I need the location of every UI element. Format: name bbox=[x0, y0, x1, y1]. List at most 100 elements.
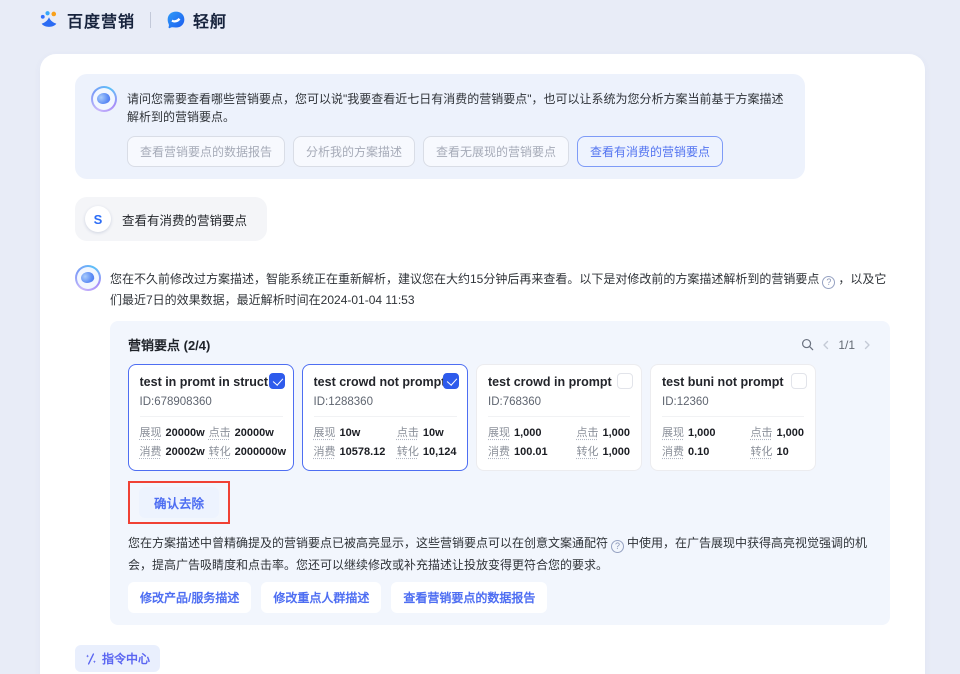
metric-label-cost: 消费 bbox=[314, 446, 336, 458]
view-data-report-button[interactable]: 查看营销要点的数据报告 bbox=[391, 582, 547, 613]
card-checkbox[interactable] bbox=[443, 373, 459, 389]
panel-description-part1: 您在方案描述中曾精确提及的营销要点已被高亮显示，这些营销要点可以在创意文案通配符 bbox=[128, 536, 608, 550]
assistant-intro-bubble: 请问您需要查看哪些营销要点，您可以说"我要查看近七日有消费的营销要点"，也可以让… bbox=[75, 74, 805, 179]
metric-label-impression: 展现 bbox=[488, 427, 510, 439]
user-message-bubble: S 查看有消费的营销要点 bbox=[75, 197, 267, 241]
assistant-result-body: 您在不久前修改过方案描述，智能系统正在重新解析，建议您在大约15分钟后再来查看。… bbox=[110, 265, 890, 625]
metric-value-cost: 0.10 bbox=[688, 446, 709, 458]
card-checkbox[interactable] bbox=[617, 373, 633, 389]
card-id: ID:678908360 bbox=[140, 396, 283, 408]
card-metrics: 展现20000w 点击20000w 消费20002w 转化2000000w bbox=[140, 424, 283, 459]
annotation-highlight-box: 确认去除 bbox=[128, 481, 230, 524]
quick-reply-data-report[interactable]: 查看营销要点的数据报告 bbox=[127, 136, 285, 167]
card-divider bbox=[314, 416, 457, 417]
assistant-result-text: 您在不久前修改过方案描述，智能系统正在重新解析，建议您在大约15分钟后再来查看。… bbox=[110, 265, 890, 311]
chat-container: 请问您需要查看哪些营销要点，您可以说"我要查看近七日有消费的营销要点"，也可以让… bbox=[40, 54, 925, 674]
metric-value-click: 1,000 bbox=[776, 427, 804, 439]
help-icon[interactable]: ? bbox=[822, 276, 835, 289]
pager-page-label: 1/1 bbox=[838, 338, 855, 352]
metric-value-cost: 10578.12 bbox=[340, 446, 386, 458]
metric-value-impression: 10w bbox=[340, 427, 361, 439]
metric-label-conversion: 转化 bbox=[397, 446, 419, 458]
edit-product-desc-button[interactable]: 修改产品/服务描述 bbox=[128, 582, 251, 613]
panel-header: 营销要点 (2/4) 1/1 bbox=[128, 335, 872, 354]
card-id: ID:1288360 bbox=[314, 396, 457, 408]
metric-label-cost: 消费 bbox=[140, 446, 162, 458]
metric-value-click: 10w bbox=[423, 427, 444, 439]
user-avatar: S bbox=[85, 206, 111, 232]
card-divider bbox=[488, 416, 630, 417]
metric-label-click: 点击 bbox=[397, 427, 419, 439]
quick-reply-no-impression[interactable]: 查看无展现的营销要点 bbox=[423, 136, 569, 167]
metric-value-conversion: 1,000 bbox=[602, 446, 630, 458]
metric-value-conversion: 10,124 bbox=[423, 446, 457, 458]
panel-pager: 1/1 bbox=[801, 338, 872, 352]
metric-label-click: 点击 bbox=[750, 427, 772, 439]
assistant-message-result: 您在不久前修改过方案描述，智能系统正在重新解析，建议您在大约15分钟后再来查看。… bbox=[75, 265, 890, 625]
marketing-point-card-3[interactable]: test crowd in prompt ID:768360 展现1,000 点… bbox=[476, 364, 642, 471]
metric-value-impression: 20000w bbox=[166, 427, 205, 439]
card-divider bbox=[662, 416, 804, 417]
user-message-row: S 查看有消费的营销要点 bbox=[75, 197, 890, 241]
marketing-points-panel: 营销要点 (2/4) 1/1 bbox=[110, 321, 890, 625]
metric-value-cost: 20002w bbox=[166, 446, 205, 458]
metric-value-conversion: 10 bbox=[776, 446, 788, 458]
page: { "header": { "brand_primary": "百度营销", "… bbox=[0, 0, 960, 674]
command-sparkle-icon bbox=[85, 653, 97, 665]
qingge-logo-icon bbox=[166, 10, 186, 30]
panel-description: 您在方案描述中曾精确提及的营销要点已被高亮显示，这些营销要点可以在创意文案通配符… bbox=[128, 532, 872, 576]
brand-primary-label: 百度营销 bbox=[67, 8, 135, 32]
metric-value-impression: 1,000 bbox=[514, 427, 542, 439]
command-center-label: 指令中心 bbox=[102, 650, 150, 667]
pager-prev-icon[interactable] bbox=[821, 340, 831, 350]
card-metrics: 展现 10w 点击 10w 消费 10578.12 转化 10,124 bbox=[314, 424, 457, 459]
app-header: 百度营销 轻舸 bbox=[0, 0, 960, 40]
card-checkbox[interactable] bbox=[269, 373, 285, 389]
baidu-marketing-logo-icon bbox=[38, 9, 60, 31]
assistant-avatar-icon bbox=[75, 265, 101, 291]
marketing-point-cards: test in promt in struct ID:678908360 展现 2… bbox=[128, 364, 872, 471]
metric-label-cost: 消费 bbox=[662, 446, 684, 458]
metric-label-cost: 消费 bbox=[488, 446, 510, 458]
marketing-point-card-2[interactable]: test crowd not prompt ID:1288360 展现 10w 点… bbox=[302, 364, 468, 471]
assistant-intro-text: 请问您需要查看哪些营销要点，您可以说"我要查看近七日有消费的营销要点"，也可以让… bbox=[127, 86, 789, 126]
card-divider bbox=[140, 416, 283, 417]
metric-label-click: 点击 bbox=[209, 427, 231, 439]
help-icon[interactable]: ? bbox=[611, 540, 624, 553]
card-title: test crowd not prompt bbox=[314, 375, 457, 389]
user-message-text: 查看有消费的营销要点 bbox=[122, 210, 247, 229]
metric-value-cost: 100.01 bbox=[514, 446, 548, 458]
card-metrics: 展现1,000 点击1,000 消费100.01 转化1,000 bbox=[488, 424, 630, 459]
card-title: test crowd in prompt bbox=[488, 375, 630, 389]
edit-audience-desc-button[interactable]: 修改重点人群描述 bbox=[261, 582, 381, 613]
brand-divider bbox=[150, 12, 151, 28]
panel-title: 营销要点 (2/4) bbox=[128, 335, 210, 354]
assistant-avatar-icon bbox=[91, 86, 117, 112]
command-center-button[interactable]: 指令中心 bbox=[75, 645, 160, 672]
quick-reply-analyze-plan[interactable]: 分析我的方案描述 bbox=[293, 136, 415, 167]
card-checkbox[interactable] bbox=[791, 373, 807, 389]
command-row: 指令中心 bbox=[75, 645, 890, 672]
marketing-point-card-1[interactable]: test in promt in struct ID:678908360 展现 2… bbox=[128, 364, 294, 471]
metric-label-conversion: 转化 bbox=[750, 446, 772, 458]
card-id: ID:768360 bbox=[488, 396, 630, 408]
metric-label-conversion: 转化 bbox=[209, 446, 231, 458]
metric-label-impression: 展现 bbox=[314, 427, 336, 439]
metric-value-impression: 1,000 bbox=[688, 427, 716, 439]
metric-label-conversion: 转化 bbox=[576, 446, 598, 458]
metric-label-impression: 展现 bbox=[140, 427, 162, 439]
zoom-search-icon[interactable] bbox=[801, 338, 814, 351]
result-text-part1: 您在不久前修改过方案描述，智能系统正在重新解析，建议您在大约15分钟后再来查看。… bbox=[110, 272, 819, 286]
assistant-message-intro: 请问您需要查看哪些营销要点，您可以说"我要查看近七日有消费的营销要点"，也可以让… bbox=[75, 74, 890, 179]
pager-next-icon[interactable] bbox=[862, 340, 872, 350]
metric-label-impression: 展现 bbox=[662, 427, 684, 439]
card-id: ID:12360 bbox=[662, 396, 804, 408]
panel-action-buttons: 修改产品/服务描述 修改重点人群描述 查看营销要点的数据报告 bbox=[128, 582, 872, 613]
metric-value-click: 1,000 bbox=[602, 427, 630, 439]
metric-value-click: 20000w bbox=[235, 427, 274, 439]
confirm-remove-button[interactable]: 确认去除 bbox=[139, 487, 219, 518]
card-title: test in promt in struct bbox=[140, 375, 283, 389]
quick-reply-has-cost[interactable]: 查看有消费的营销要点 bbox=[577, 136, 723, 167]
card-metrics: 展现 1,000 点击 1,000 消费 0.10 转化 10 bbox=[662, 424, 804, 459]
marketing-point-card-4[interactable]: test buni not prompt ID:12360 展现1,000 点击… bbox=[650, 364, 816, 471]
